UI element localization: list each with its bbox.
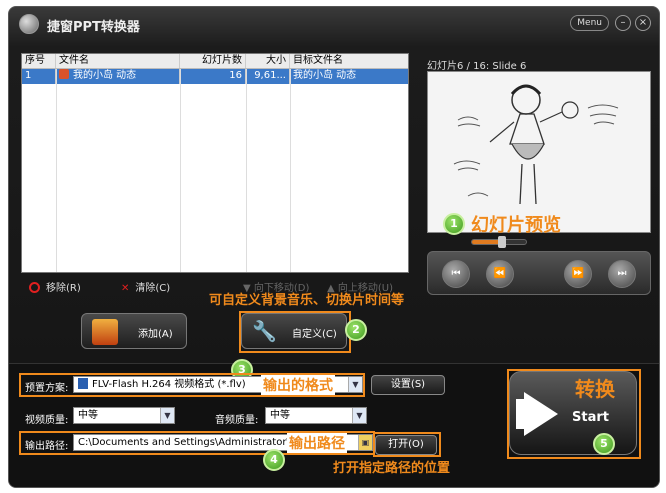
first-slide-button[interactable]: ⏮ [442, 260, 470, 288]
next-slide-button[interactable]: ⏩ [564, 260, 592, 288]
customize-annotation: 可自定义背景音乐、切换片时间等 [209, 293, 405, 308]
first-icon: ⏮ [451, 268, 461, 279]
start-highlight [507, 369, 641, 459]
step-badge-5: 5 [593, 433, 615, 455]
remove-icon [29, 282, 40, 293]
ppt-file-icon [59, 69, 69, 79]
step-badge-1: 1 [443, 213, 465, 235]
chevron-down-icon: ▼ [160, 408, 174, 423]
column-divider [290, 69, 291, 272]
preset-value: FLV-Flash H.264 视频格式 (*.flv) [92, 379, 246, 390]
clear-label: 清除(C) [135, 283, 171, 294]
row-name: 我的小岛 动态 [73, 70, 137, 81]
audio-quality-label: 音频质量: [215, 415, 259, 426]
settings-button[interactable]: 设置(S) [371, 375, 445, 395]
add-button[interactable]: 添加(A) [81, 313, 187, 349]
add-button-label: 添加(A) [138, 329, 173, 340]
video-quality-select[interactable]: 中等 ▼ [73, 407, 175, 424]
forward-icon: ⏩ [571, 268, 585, 279]
column-header-name[interactable]: 文件名 [56, 54, 180, 68]
open-highlight [373, 432, 441, 457]
app-logo-icon [19, 14, 39, 34]
column-header-no[interactable]: 序号 [22, 54, 56, 68]
app-window: 捷窗PPT转换器 Menu – × 序号 文件名 幻灯片数 大小 目标文件名 1… [8, 6, 660, 488]
chevron-down-icon: ▼ [348, 377, 362, 392]
row-slides: 16 [180, 69, 246, 84]
menu-label: Menu [577, 18, 602, 28]
column-header-target[interactable]: 目标文件名 [290, 54, 408, 68]
step-badge-4: 4 [263, 449, 285, 471]
remove-label: 移除(R) [46, 283, 81, 294]
convert-annotation: 转换 [575, 377, 615, 401]
path-annotation: 输出路径 [287, 433, 347, 453]
close-button[interactable]: × [635, 15, 651, 31]
step-badge-2: 2 [345, 319, 367, 341]
flv-format-icon [78, 378, 88, 389]
customize-highlight [239, 311, 351, 353]
folder-icon[interactable]: ▣ [358, 435, 372, 450]
output-path-value: C:\Documents and Settings\Administrator\… [78, 437, 310, 448]
preview-label: 幻灯片6 / 16: Slide 6 [427, 61, 527, 72]
rewind-icon: ⏪ [493, 268, 507, 279]
title-bar: 捷窗PPT转换器 Menu – × [9, 7, 659, 41]
player-controls: ⏮ ⏪ ⏩ ⏭ [427, 251, 651, 295]
chevron-down-icon: ▼ [352, 408, 366, 423]
previous-slide-button[interactable]: ⏪ [486, 260, 514, 288]
preview-annotation: 幻灯片预览 [471, 215, 561, 236]
menu-button[interactable]: Menu [570, 15, 609, 31]
column-divider [246, 69, 247, 272]
slide-preview [427, 71, 651, 233]
preview-position-slider[interactable] [471, 236, 527, 248]
open-annotation: 打开指定路径的位置 [333, 461, 451, 476]
preset-label: 预置方案: [25, 383, 69, 394]
last-icon: ⏭ [617, 268, 627, 279]
column-header-size[interactable]: 大小 [246, 54, 290, 68]
row-target: 我的小岛 动态 [293, 70, 357, 81]
video-quality-label: 视频质量: [25, 415, 69, 426]
last-slide-button[interactable]: ⏭ [608, 260, 636, 288]
row-size: 9,61... [246, 69, 290, 84]
column-divider [180, 69, 181, 272]
slider-thumb[interactable] [497, 236, 506, 248]
video-quality-value: 中等 [78, 410, 98, 421]
slide-sketch-image [453, 84, 619, 205]
clear-icon: ✕ [121, 283, 130, 294]
row-no: 1 [22, 69, 56, 84]
format-annotation: 输出的格式 [261, 375, 335, 395]
audio-quality-select[interactable]: 中等 ▼ [265, 407, 367, 424]
app-title: 捷窗PPT转换器 [47, 20, 140, 35]
add-file-icon [92, 319, 118, 345]
minimize-button[interactable]: – [615, 15, 631, 31]
clear-button[interactable]: ✕ 清除(C) [121, 279, 170, 294]
row-name-cell: 我的小岛 动态 [56, 69, 180, 84]
table-row[interactable]: 1 我的小岛 动态 16 9,61... 我的小岛 动态 [22, 69, 408, 84]
column-header-slides[interactable]: 幻灯片数 [180, 54, 246, 68]
output-path-label: 输出路径: [25, 441, 69, 452]
file-list[interactable]: 序号 文件名 幻灯片数 大小 目标文件名 1 我的小岛 动态 16 9,61..… [21, 53, 409, 273]
remove-button[interactable]: 移除(R) [29, 279, 81, 294]
audio-quality-value: 中等 [270, 410, 290, 421]
file-list-header: 序号 文件名 幻灯片数 大小 目标文件名 [22, 54, 408, 69]
column-divider [56, 69, 57, 272]
